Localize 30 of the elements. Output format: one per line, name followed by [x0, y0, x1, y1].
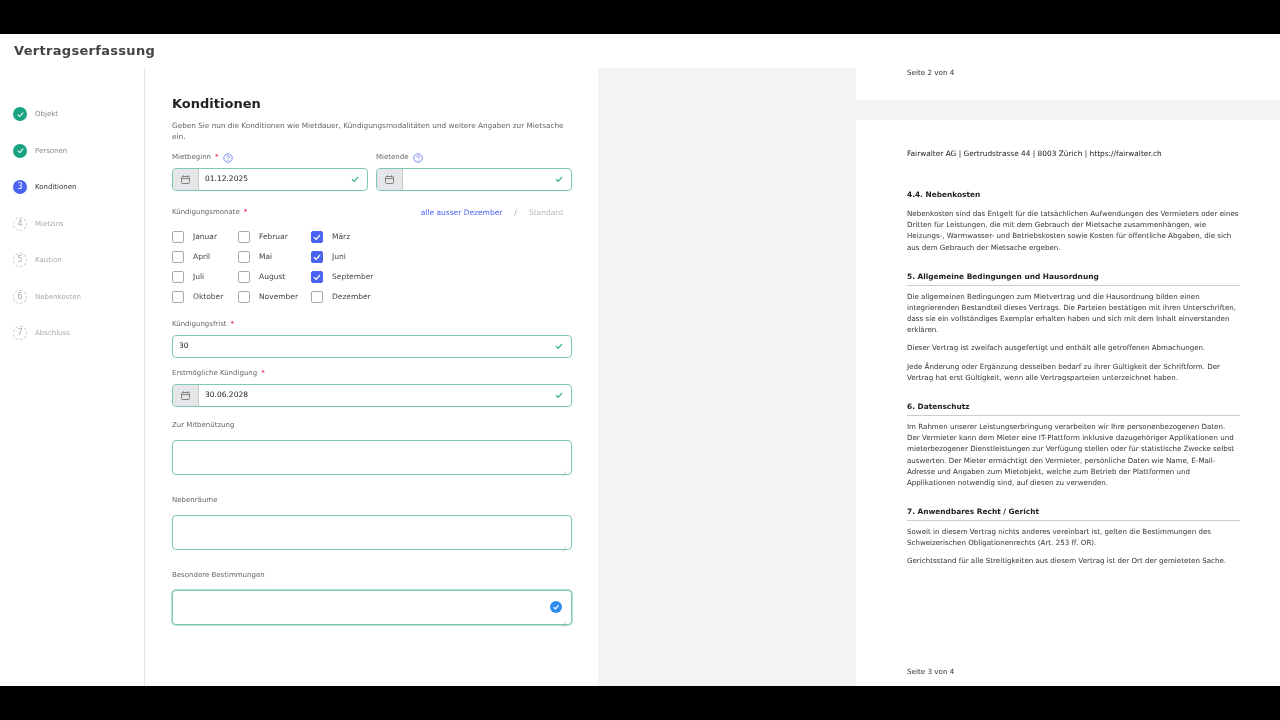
section-title: Konditionen	[172, 96, 262, 112]
calendar-icon	[180, 389, 191, 401]
resize-grip-icon	[561, 620, 567, 627]
step-indicator: 4	[13, 216, 27, 231]
checkbox[interactable]	[172, 230, 184, 243]
resize-grip-icon	[561, 470, 567, 477]
step-indicator: 5	[13, 253, 27, 268]
checkbox[interactable]	[238, 270, 250, 283]
checkbox[interactable]	[238, 250, 250, 263]
check-badge-icon	[550, 600, 562, 613]
checkbox[interactable]	[311, 270, 323, 283]
checkbox[interactable]	[311, 250, 323, 263]
text-area[interactable]	[172, 439, 572, 475]
text-area[interactable]	[172, 514, 572, 550]
step-indicator: 6	[13, 289, 27, 304]
checkbox[interactable]	[172, 290, 184, 303]
checkbox[interactable]	[311, 290, 323, 303]
checkbox[interactable]	[311, 230, 323, 243]
text-area[interactable]	[172, 589, 572, 625]
checkbox[interactable]	[172, 270, 184, 283]
step-indicator: 7	[13, 326, 27, 341]
checkbox[interactable]	[238, 230, 250, 243]
app-title: Vertragserfassung	[14, 42, 156, 61]
calendar-icon	[384, 173, 395, 185]
calendar-icon	[180, 173, 191, 185]
resize-grip-icon	[561, 545, 567, 552]
checkbox[interactable]	[172, 250, 184, 263]
checkbox[interactable]	[238, 290, 250, 303]
input-field[interactable]	[376, 167, 572, 191]
step-indicator: 3	[13, 180, 27, 195]
